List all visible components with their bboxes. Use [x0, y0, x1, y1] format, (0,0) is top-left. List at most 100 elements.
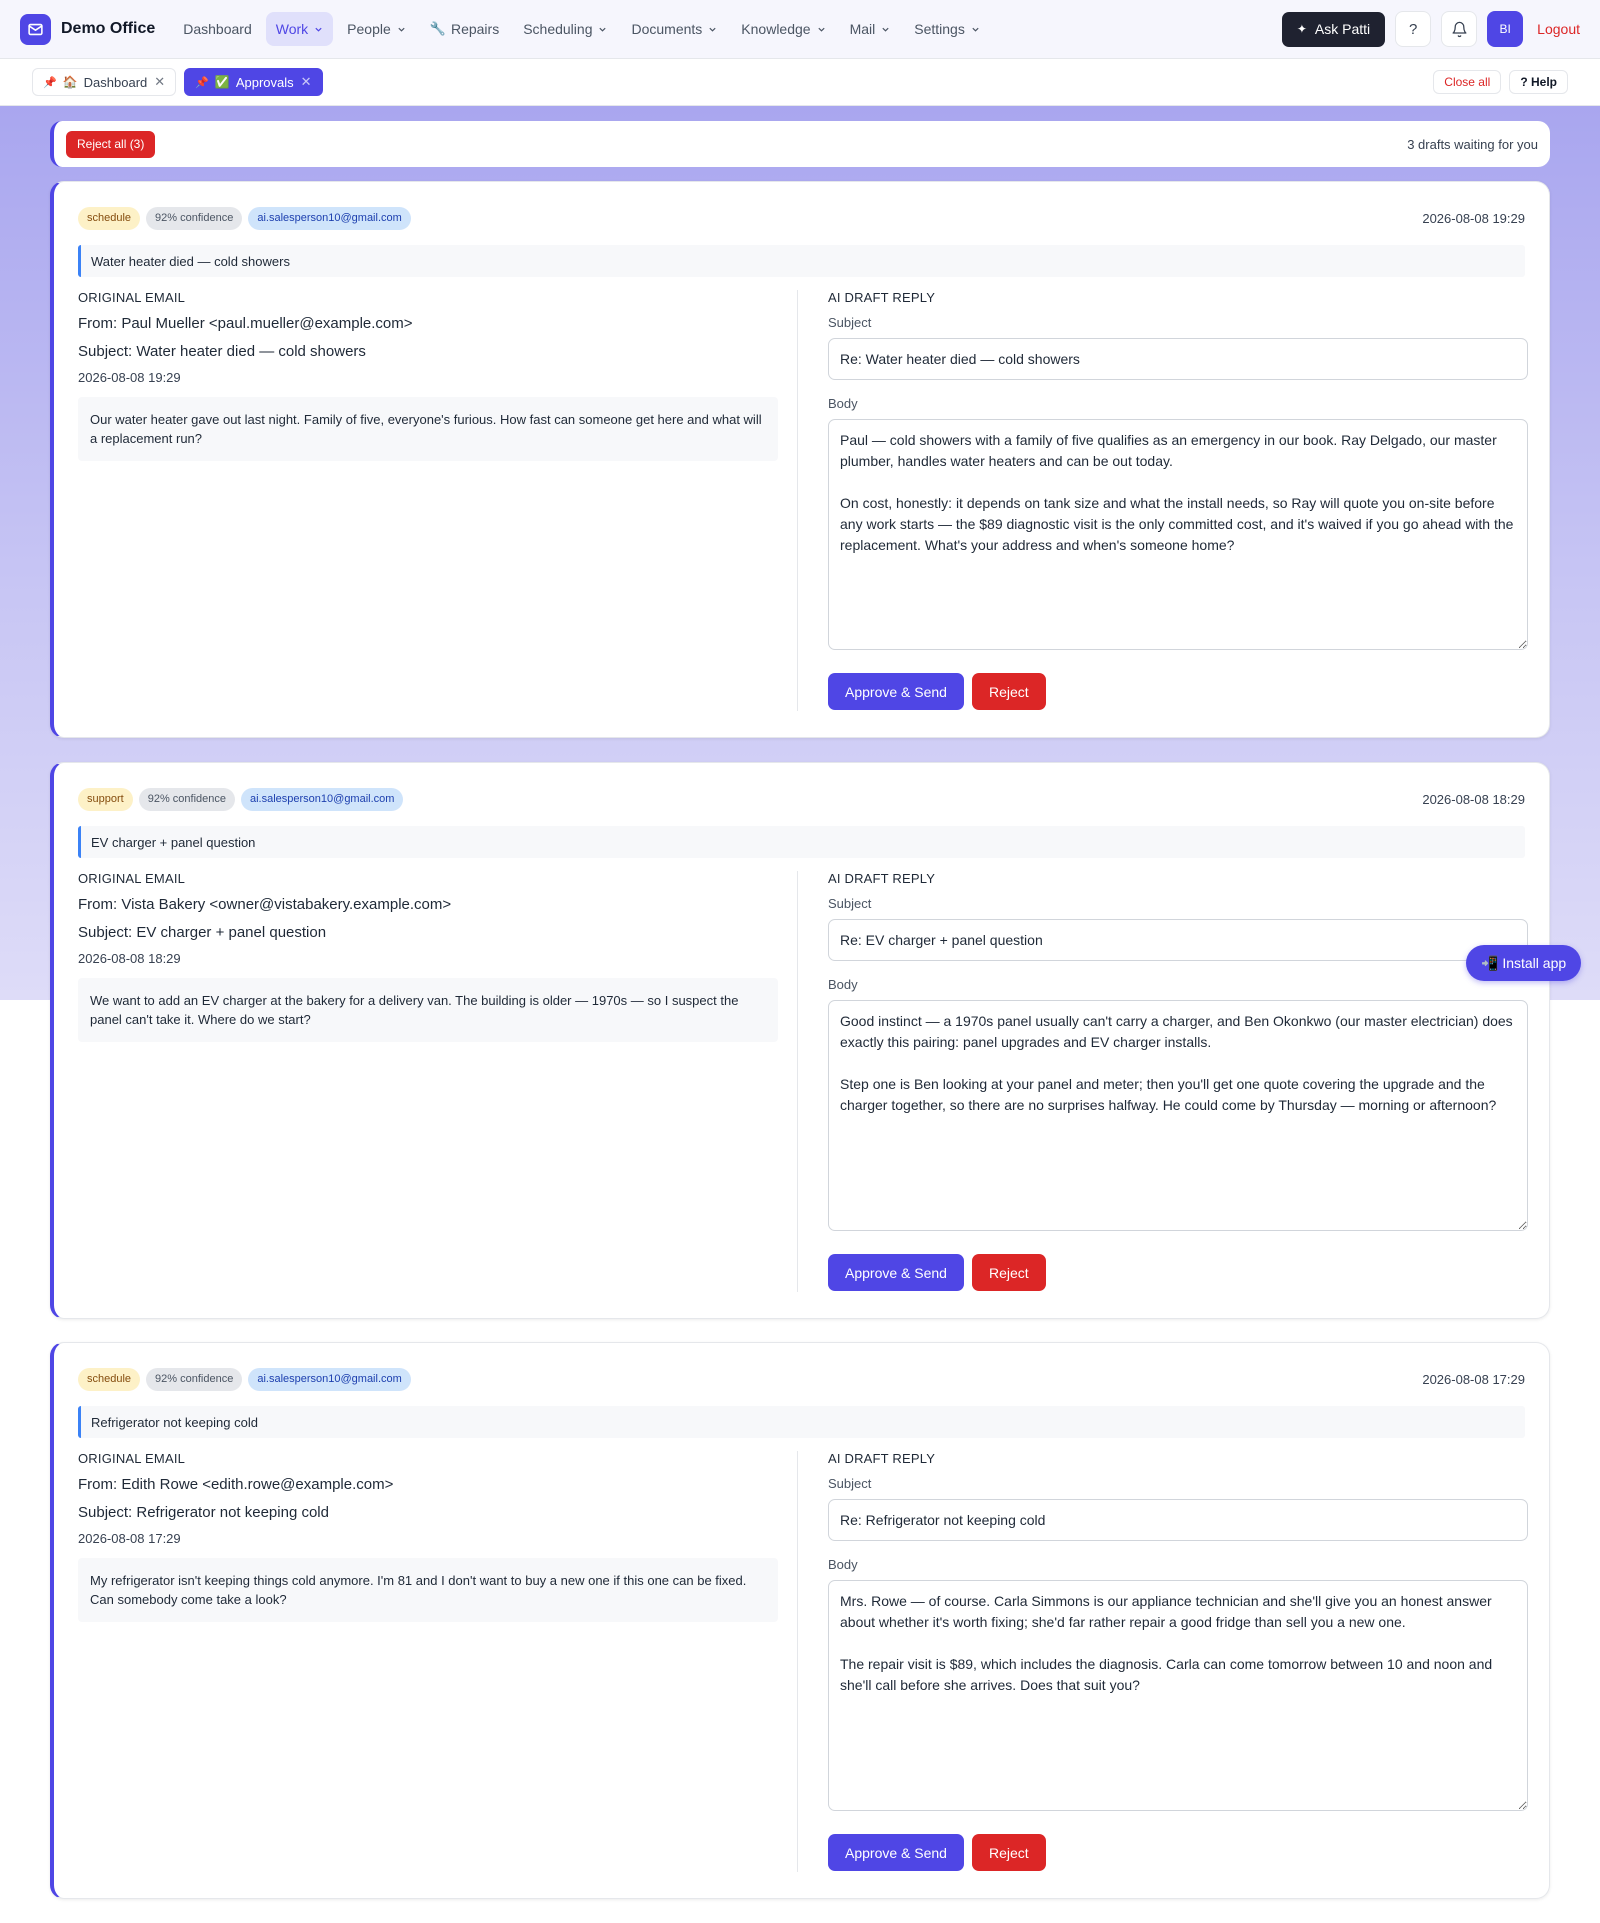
- help-button[interactable]: ?: [1395, 11, 1432, 47]
- nav-item-people[interactable]: People: [337, 12, 416, 46]
- ai-draft-reply-label: AI DRAFT REPLY: [828, 871, 936, 886]
- account-badge: ai.salesperson10@gmail.com: [240, 787, 404, 811]
- nav-item-label: People: [347, 21, 391, 37]
- chevron-down-icon: [315, 27, 322, 32]
- help-tab-button[interactable]: ? Help: [1509, 70, 1568, 94]
- ask-patti-button[interactable]: ✦ Ask Patti: [1281, 11, 1386, 47]
- draft-card: schedule 92% confidence ai.salesperson10…: [50, 1342, 1550, 1899]
- tab-label: Approvals: [235, 74, 294, 90]
- nav-item-label: Dashboard: [183, 21, 252, 37]
- logout-link[interactable]: Logout: [1537, 21, 1580, 37]
- email-from: From: Vista Bakery <owner@vistabakery.ex…: [78, 896, 452, 913]
- body-label: Body: [828, 396, 858, 411]
- ask-patti-label: Ask Patti: [1314, 21, 1371, 37]
- tab-approvals[interactable]: 📌 ✅ Approvals ✕: [184, 68, 323, 96]
- column-divider: [797, 290, 798, 711]
- approve-send-button[interactable]: Approve & Send: [828, 1834, 964, 1871]
- account-badge: ai.salesperson10@gmail.com: [248, 1367, 411, 1391]
- confidence-badge: 92% confidence: [146, 206, 243, 230]
- nav-item-documents[interactable]: Documents: [621, 12, 727, 46]
- tab-dashboard[interactable]: 📌 🏠 Dashboard ✕: [32, 68, 177, 96]
- email-date: 2026-08-08 18:29: [78, 951, 181, 966]
- original-email-column: ORIGINAL EMAIL From: Edith Rowe <edith.r…: [78, 1451, 778, 1622]
- nav-item-work[interactable]: Work: [265, 12, 334, 46]
- card-header: schedule 92% confidence ai.salesperson10…: [78, 206, 1525, 230]
- sparkle-icon: ✦: [1296, 22, 1307, 36]
- approve-send-button[interactable]: Approve & Send: [828, 1254, 964, 1291]
- chevron-down-icon: [882, 27, 889, 32]
- nav-item-repairs[interactable]: 🔧 Repairs: [420, 12, 509, 46]
- draft-reply-column: AI DRAFT REPLY Subject Body Paul — cold …: [828, 290, 1528, 710]
- close-icon[interactable]: ✕: [154, 74, 165, 90]
- draft-reply-column: AI DRAFT REPLY Subject Body Mrs. Rowe — …: [828, 1451, 1528, 1871]
- check-icon: ✅: [214, 75, 230, 89]
- approve-send-button[interactable]: Approve & Send: [828, 673, 964, 710]
- chevron-down-icon: [972, 27, 979, 32]
- nav-item-label: Mail: [849, 21, 876, 37]
- brand[interactable]: Demo Office: [20, 13, 155, 45]
- draft-timestamp: 2026-08-08 18:29: [1422, 791, 1525, 807]
- nav-right: ✦ Ask Patti ? BI Logout: [1281, 11, 1580, 47]
- nav-item-label: Repairs: [450, 21, 500, 37]
- avatar[interactable]: BI: [1487, 11, 1524, 47]
- email-date: 2026-08-08 17:29: [78, 1531, 181, 1546]
- nav-item-knowledge[interactable]: Knowledge: [731, 12, 835, 46]
- category-badge: support: [78, 787, 133, 811]
- approvals-action-bar: Reject all (3) 3 drafts waiting for you: [50, 121, 1550, 167]
- chevron-down-icon: [599, 27, 607, 32]
- nav-item-scheduling[interactable]: Scheduling: [513, 12, 617, 46]
- column-divider: [797, 1451, 798, 1872]
- card-header: schedule 92% confidence ai.salesperson10…: [78, 1367, 1525, 1391]
- chevron-down-icon: [817, 27, 825, 32]
- reply-subject-input[interactable]: [828, 1499, 1528, 1541]
- reply-subject-input[interactable]: [828, 919, 1528, 961]
- pin-icon[interactable]: 📌: [43, 76, 57, 89]
- reject-button[interactable]: Reject: [971, 1834, 1046, 1871]
- original-email-label: ORIGINAL EMAIL: [78, 1451, 186, 1466]
- reject-button[interactable]: Reject: [971, 1254, 1046, 1291]
- draft-card: support 92% confidence ai.salesperson10@…: [50, 762, 1550, 1319]
- reply-body-textarea[interactable]: Good instinct — a 1970s panel usually ca…: [828, 1000, 1528, 1231]
- body-label: Body: [828, 977, 858, 992]
- nav-item-settings[interactable]: Settings: [904, 12, 990, 46]
- draft-actions: Approve & Send Reject: [828, 673, 1528, 710]
- nav-item-label: Documents: [631, 21, 703, 37]
- close-all-button[interactable]: Close all: [1433, 70, 1502, 94]
- reject-button[interactable]: Reject: [971, 673, 1046, 710]
- draft-timestamp: 2026-08-08 17:29: [1422, 1371, 1525, 1387]
- house-icon: 🏠: [62, 75, 78, 89]
- mail-logo-icon: [20, 13, 51, 45]
- confidence-badge: 92% confidence: [146, 1367, 243, 1391]
- nav-item-mail[interactable]: Mail: [840, 12, 901, 46]
- draft-card: schedule 92% confidence ai.salesperson10…: [50, 181, 1550, 738]
- close-icon[interactable]: ✕: [301, 74, 312, 90]
- bell-icon: [1452, 21, 1467, 37]
- thread-subject: Water heater died — cold showers: [78, 245, 1525, 277]
- original-email-label: ORIGINAL EMAIL: [78, 871, 186, 886]
- draft-timestamp: 2026-08-08 19:29: [1422, 210, 1525, 226]
- reject-all-button[interactable]: Reject all (3): [66, 130, 156, 158]
- email-body: My refrigerator isn't keeping things col…: [78, 1558, 778, 1622]
- ai-draft-reply-label: AI DRAFT REPLY: [828, 1451, 936, 1466]
- nav-item-dashboard[interactable]: Dashboard: [173, 12, 262, 46]
- drafts-waiting-count: 3 drafts waiting for you: [1407, 136, 1538, 152]
- email-subject: Subject: Refrigerator not keeping cold: [78, 1504, 329, 1521]
- email-subject: Subject: EV charger + panel question: [78, 924, 327, 941]
- install-app-button[interactable]: 📲 Install app: [1466, 945, 1582, 981]
- body-label: Body: [828, 1557, 858, 1572]
- reply-body-textarea[interactable]: Mrs. Rowe — of course. Carla Simmons is …: [828, 1580, 1528, 1811]
- draft-actions: Approve & Send Reject: [828, 1254, 1528, 1291]
- reply-body-textarea[interactable]: Paul — cold showers with a family of fiv…: [828, 419, 1528, 650]
- question-icon: ?: [1409, 20, 1418, 38]
- email-body: We want to add an EV charger at the bake…: [78, 978, 778, 1042]
- ai-draft-reply-label: AI DRAFT REPLY: [828, 290, 936, 305]
- chevron-down-icon: [709, 27, 716, 32]
- pin-icon[interactable]: 📌: [195, 76, 209, 89]
- email-from: From: Paul Mueller <paul.mueller@example…: [78, 315, 413, 332]
- reply-subject-input[interactable]: [828, 338, 1528, 380]
- original-email-column: ORIGINAL EMAIL From: Paul Mueller <paul.…: [78, 290, 778, 461]
- nav-item-label: Scheduling: [523, 21, 593, 37]
- notifications-button[interactable]: [1441, 11, 1478, 47]
- top-navigation: Demo Office Dashboard Work People 🔧 Repa…: [0, 0, 1600, 59]
- account-badge: ai.salesperson10@gmail.com: [248, 206, 411, 230]
